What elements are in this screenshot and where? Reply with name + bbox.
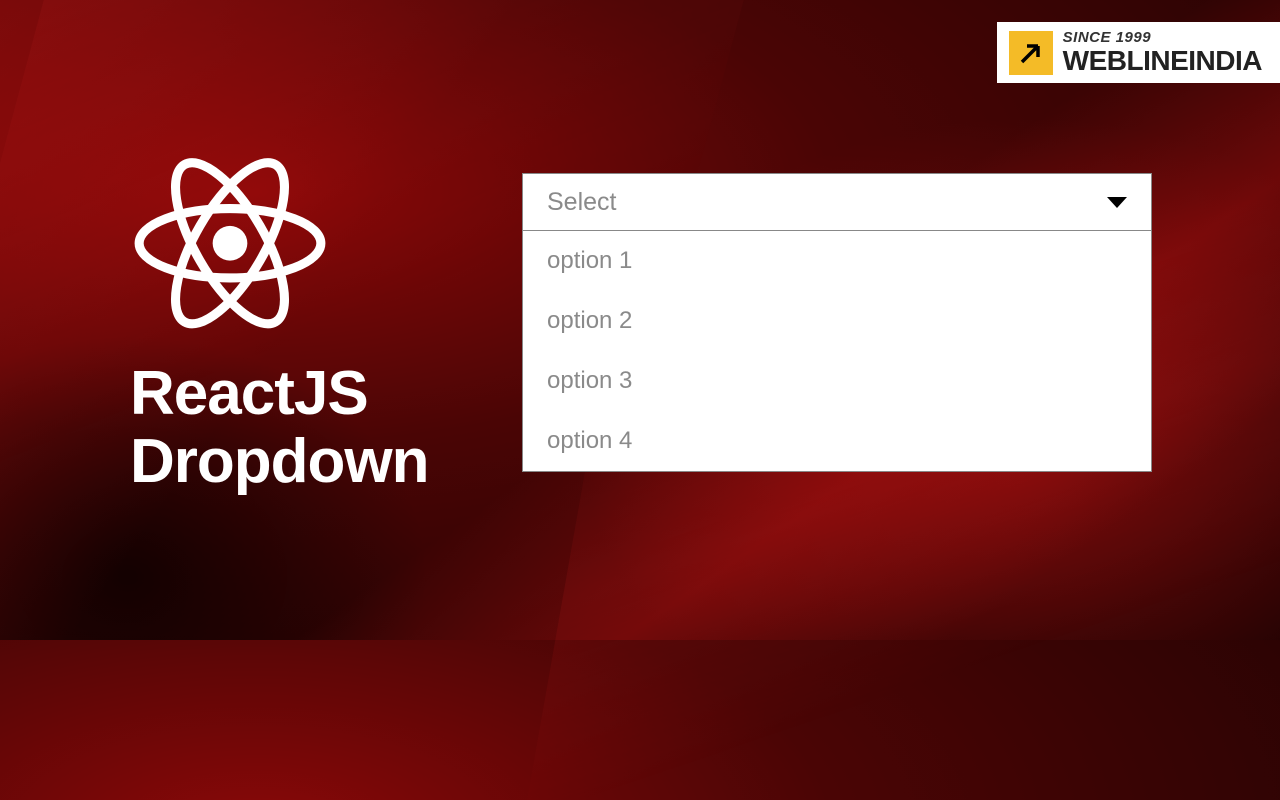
- dropdown-list: option 1 option 2 option 3 option 4: [522, 231, 1152, 472]
- hero-left: ReactJS Dropdown: [130, 140, 429, 496]
- dropdown: Select option 1 option 2 option 3 option…: [522, 173, 1152, 472]
- title-line-1: ReactJS: [130, 360, 429, 428]
- badge-brand-text: WEBLINEINDIA: [1063, 47, 1262, 75]
- badge-since-text: SINCE 1999: [1063, 30, 1262, 45]
- arrow-up-right-icon: [1009, 31, 1053, 75]
- dropdown-select[interactable]: Select: [522, 173, 1152, 231]
- dropdown-option[interactable]: option 1: [523, 231, 1151, 291]
- dropdown-option[interactable]: option 3: [523, 351, 1151, 411]
- brand-badge: SINCE 1999 WEBLINEINDIA: [997, 22, 1280, 83]
- react-icon: [130, 140, 330, 330]
- dropdown-placeholder: Select: [547, 188, 616, 217]
- chevron-down-icon: [1107, 197, 1127, 208]
- dropdown-option[interactable]: option 4: [523, 411, 1151, 471]
- page-title: ReactJS Dropdown: [130, 360, 429, 496]
- dropdown-option[interactable]: option 2: [523, 291, 1151, 351]
- title-line-2: Dropdown: [130, 428, 429, 496]
